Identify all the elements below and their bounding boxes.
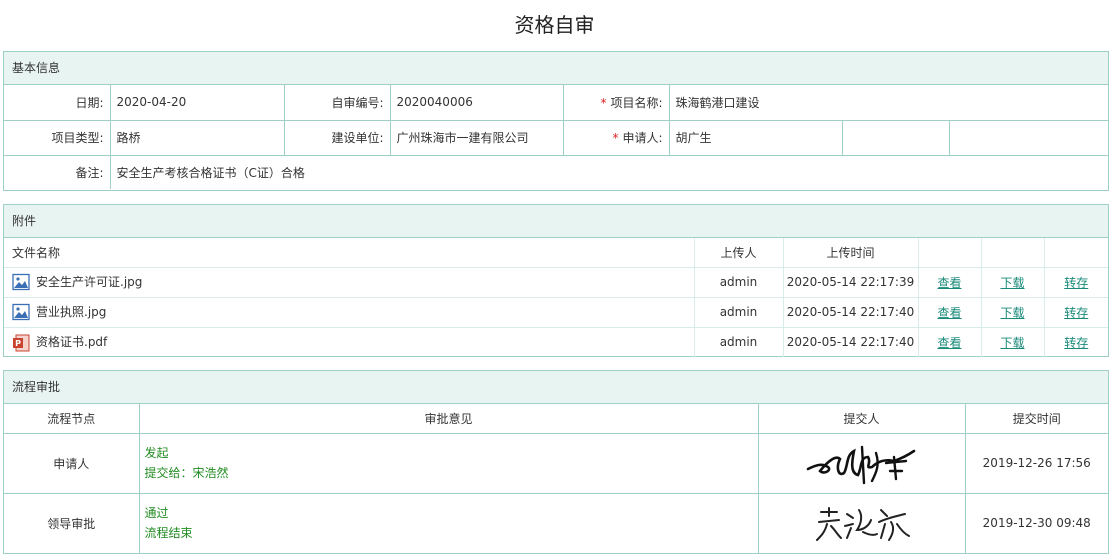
save-link[interactable]: 转存 bbox=[1064, 306, 1088, 320]
project-type-value: 路桥 bbox=[110, 120, 285, 156]
required-mark: * bbox=[600, 95, 607, 110]
flow-approval-heading: 流程审批 bbox=[4, 371, 1108, 404]
image-file-icon bbox=[12, 304, 30, 321]
signature-image bbox=[815, 506, 910, 541]
col-submit-time: 提交时间 bbox=[965, 404, 1108, 434]
builder-label: 建设单位: bbox=[284, 120, 391, 156]
upload-time: 2020-05-14 22:17:40 bbox=[783, 297, 919, 328]
opinion-line: 通过 bbox=[144, 506, 169, 521]
project-name-value: 珠海鹤港口建设 bbox=[669, 85, 1108, 121]
save-link[interactable]: 转存 bbox=[1064, 336, 1088, 350]
uploader: admin bbox=[694, 327, 784, 357]
file-name: 资格证书.pdf bbox=[36, 335, 108, 349]
upload-time: 2020-05-14 22:17:39 bbox=[783, 267, 919, 298]
project-type-label: 项目类型: bbox=[4, 120, 111, 156]
attachments-table: 文件名称 上传人 上传时间 安全生产许可证.jpg admin 2020-05-… bbox=[4, 238, 1108, 357]
table-row: 营业执照.jpg admin 2020-05-14 22:17:40 查看 下载… bbox=[4, 297, 1108, 328]
remark-value: 安全生产考核合格证书（C证）合格 bbox=[116, 165, 305, 180]
empty-cell bbox=[842, 120, 950, 156]
table-row: 安全生产许可证.jpg admin 2020-05-14 22:17:39 查看… bbox=[4, 267, 1108, 298]
opinion-line: 发起 bbox=[144, 446, 169, 460]
opinion-line: 提交给：宋浩然 bbox=[144, 466, 229, 480]
flow-approval-table: 流程节点 审批意见 提交人 提交时间 申请人 发起 提交给：宋浩然 2019-1… bbox=[4, 404, 1108, 553]
remark-label: 备注: bbox=[4, 155, 111, 189]
file-name: 安全生产许可证.jpg bbox=[36, 274, 143, 289]
applicant-label: * 申请人: bbox=[563, 120, 670, 156]
download-link[interactable]: 下载 bbox=[1000, 276, 1024, 290]
date-value: 2020-04-20 bbox=[110, 85, 285, 121]
basic-info-table: 日期: 2020-04-20 自审编号: 2020040006 * 项目名称: 珠… bbox=[4, 85, 1108, 189]
flow-approval-panel: 流程审批 流程节点 审批意见 提交人 提交时间 申请人 发起 提交给：宋浩然 2… bbox=[3, 370, 1109, 554]
col-file-name: 文件名称 bbox=[4, 238, 695, 268]
date-label: 日期: bbox=[4, 85, 111, 121]
opinion-line: 流程结束 bbox=[144, 526, 193, 541]
project-name-label: * 项目名称: bbox=[563, 85, 670, 121]
table-row: 领导审批 通过 流程结束 2019-12-30 09:48 bbox=[4, 493, 1108, 553]
empty-cell bbox=[949, 120, 1108, 156]
attachments-panel: 附件 文件名称 上传人 上传时间 安全生产许可证.jpg admin 2020-… bbox=[3, 204, 1109, 357]
submit-time: 2019-12-26 17:56 bbox=[965, 433, 1108, 494]
upload-time: 2020-05-14 22:17:40 bbox=[783, 327, 919, 357]
flow-node: 领导审批 bbox=[4, 493, 140, 553]
download-link[interactable]: 下载 bbox=[1000, 336, 1024, 350]
basic-info-heading: 基本信息 bbox=[4, 52, 1108, 85]
uploader: admin bbox=[694, 267, 784, 298]
col-uploader: 上传人 bbox=[694, 238, 784, 268]
code-value: 2020040006 bbox=[390, 85, 564, 121]
uploader: admin bbox=[694, 297, 784, 328]
basic-info-panel: 基本信息 日期: 2020-04-20 自审编号: 2020040006 * 项目… bbox=[3, 51, 1109, 191]
required-mark: * bbox=[612, 131, 619, 145]
attachments-heading: 附件 bbox=[4, 205, 1108, 238]
view-link[interactable]: 查看 bbox=[937, 306, 961, 320]
table-row: 申请人 发起 提交给：宋浩然 2019-12-26 17:56 bbox=[4, 433, 1108, 494]
col-opinion: 审批意见 bbox=[139, 404, 759, 434]
save-link[interactable]: 转存 bbox=[1064, 276, 1088, 290]
builder-value: 广州珠海市一建有限公司 bbox=[390, 120, 564, 156]
page-title: 资格自审 bbox=[514, 13, 595, 37]
table-row: P 资格证书.pdf admin 2020-05-14 22:17:40 查看 下… bbox=[4, 327, 1108, 357]
view-link[interactable]: 查看 bbox=[937, 336, 961, 350]
signature-image bbox=[806, 445, 915, 484]
flow-node: 申请人 bbox=[4, 433, 140, 494]
file-name: 营业执照.jpg bbox=[36, 304, 107, 319]
col-submitter: 提交人 bbox=[758, 404, 966, 434]
col-upload-time: 上传时间 bbox=[783, 238, 919, 268]
image-file-icon bbox=[12, 274, 30, 291]
svg-text:P: P bbox=[15, 339, 21, 348]
code-label: 自审编号: bbox=[284, 85, 391, 121]
col-node: 流程节点 bbox=[4, 404, 140, 434]
view-link[interactable]: 查看 bbox=[937, 276, 961, 290]
pdf-file-icon: P bbox=[13, 334, 30, 351]
download-link[interactable]: 下载 bbox=[1000, 306, 1024, 320]
submit-time: 2019-12-30 09:48 bbox=[982, 516, 1091, 531]
applicant-value: 胡广生 bbox=[669, 120, 843, 156]
